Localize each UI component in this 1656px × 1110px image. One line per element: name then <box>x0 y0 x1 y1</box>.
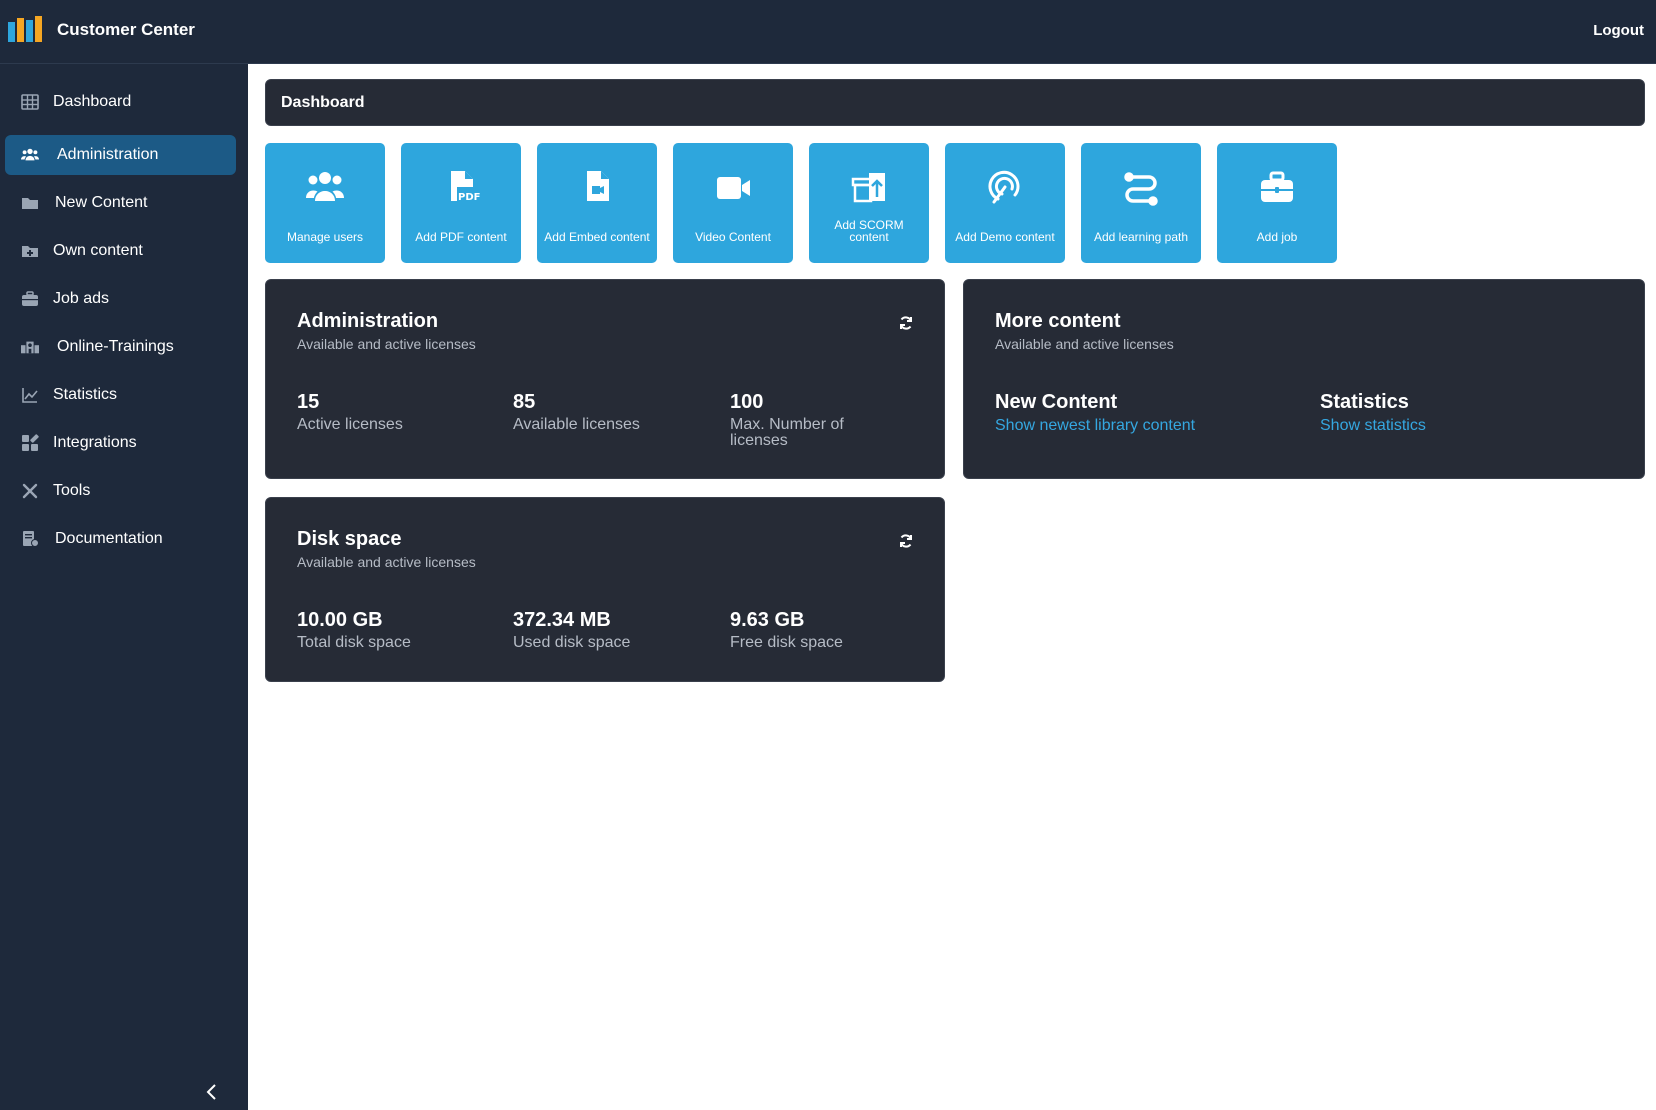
add-scorm-content-tile[interactable]: Add SCORM content <box>809 143 929 263</box>
sidebar-item-administration[interactable]: Administration <box>5 135 236 175</box>
disk-space-card: Disk space Available and active licenses… <box>265 497 945 682</box>
stat-value: 100 <box>730 391 764 413</box>
sidebar-item-label: Documentation <box>55 530 163 547</box>
sidebar-item-label: Dashboard <box>53 93 132 110</box>
sidebar: Dashboard Administration New Content Own… <box>0 64 248 1110</box>
scorm-upload-icon <box>809 169 929 207</box>
logo-icon <box>8 16 42 42</box>
stat-value: 10.00 GB <box>297 609 383 631</box>
briefcase-icon <box>1217 169 1337 207</box>
stat-value: 85 <box>513 391 536 413</box>
stat-label: Available licenses <box>513 416 640 433</box>
show-statistics-link[interactable]: Show statistics <box>1320 417 1570 435</box>
route-icon <box>1081 169 1201 207</box>
tile-label: Add job <box>1256 230 1298 244</box>
card-title: More content <box>995 310 1121 332</box>
sidebar-item-label: Statistics <box>53 386 118 403</box>
users-icon <box>21 146 39 164</box>
block-title: New Content <box>995 391 1118 413</box>
main-content: Dashboard Manage users PDF Add PDF conte… <box>248 64 1656 1110</box>
add-pdf-content-tile[interactable]: PDF Add PDF content <box>401 143 521 263</box>
chart-icon <box>21 386 39 404</box>
sidebar-item-integrations[interactable]: Integrations <box>5 423 236 463</box>
sidebar-item-own-content[interactable]: Own content <box>5 231 236 271</box>
used-disk-stat: 372.34 MB Used disk space <box>513 609 703 651</box>
sidebar-item-new-content[interactable]: New Content <box>5 183 236 223</box>
stat-label: Total disk space <box>297 634 411 651</box>
school-icon <box>21 338 39 356</box>
stat-value: 9.63 GB <box>730 609 805 631</box>
sidebar-item-tools[interactable]: Tools <box>5 471 236 511</box>
users-icon <box>265 169 385 207</box>
video-content-tile[interactable]: Video Content <box>673 143 793 263</box>
add-embed-content-tile[interactable]: Add Embed content <box>537 143 657 263</box>
sidebar-item-label: Own content <box>53 242 143 259</box>
tile-label: Add SCORM content <box>834 218 904 244</box>
block-title: Statistics <box>1320 391 1409 413</box>
sidebar-item-label: Integrations <box>53 434 137 451</box>
sidebar-item-dashboard[interactable]: Dashboard <box>5 82 236 122</box>
active-licenses-stat: 15 Active licenses <box>297 391 487 433</box>
stat-value: 15 <box>297 391 320 413</box>
folder-plus-icon <box>21 242 39 260</box>
card-subtitle: Available and active licenses <box>995 336 1174 352</box>
stat-label: Free disk space <box>730 634 843 651</box>
page-header: Dashboard <box>265 79 1645 126</box>
add-job-tile[interactable]: Add job <box>1217 143 1337 263</box>
sidebar-item-label: Job ads <box>53 290 110 307</box>
top-bar: Customer Center Logout <box>0 0 1656 64</box>
logout-button[interactable]: Logout <box>1593 22 1644 39</box>
stat-value: 372.34 MB <box>513 609 611 631</box>
stat-label: Active licenses <box>297 416 403 433</box>
card-subtitle: Available and active licenses <box>297 336 476 352</box>
tools-icon <box>21 482 39 500</box>
administration-card: Administration Available and active lice… <box>265 279 945 479</box>
add-demo-content-tile[interactable]: Add Demo content <box>945 143 1065 263</box>
stat-label: Used disk space <box>513 634 631 651</box>
show-newest-content-link[interactable]: Show newest library content <box>995 417 1295 435</box>
sidebar-item-label: Administration <box>57 146 159 163</box>
grid-icon <box>21 93 39 111</box>
new-content-block: New Content Show newest library content <box>995 391 1295 435</box>
free-disk-stat: 9.63 GB Free disk space <box>730 609 920 651</box>
tile-label: Manage users <box>286 230 364 244</box>
svg-text:PDF: PDF <box>458 192 480 203</box>
sidebar-item-documentation[interactable]: Documentation <box>5 519 236 559</box>
tile-label: Add learning path <box>1093 230 1189 244</box>
sidebar-item-label: Tools <box>53 482 91 499</box>
demo-target-icon <box>945 169 1065 207</box>
tile-label: Video Content <box>695 230 771 244</box>
card-title: Disk space <box>297 528 402 550</box>
manage-users-tile[interactable]: Manage users <box>265 143 385 263</box>
statistics-block: Statistics Show statistics <box>1320 391 1570 435</box>
stat-label: Max. Number of licenses <box>730 416 844 449</box>
tile-label: Add Embed content <box>544 230 650 244</box>
folder-icon <box>21 194 39 212</box>
available-licenses-stat: 85 Available licenses <box>513 391 703 433</box>
sidebar-item-job-ads[interactable]: Job ads <box>5 279 236 319</box>
sidebar-item-online-trainings[interactable]: Online-Trainings <box>5 327 236 367</box>
pdf-icon: PDF <box>401 169 521 207</box>
app-title: Customer Center <box>57 20 195 39</box>
video-icon <box>673 169 793 207</box>
sidebar-item-statistics[interactable]: Statistics <box>5 375 236 415</box>
refresh-icon[interactable] <box>898 315 914 331</box>
puzzle-icon <box>21 434 39 452</box>
tile-label: Add Demo content <box>955 230 1055 244</box>
chevron-left-icon[interactable] <box>202 1082 222 1102</box>
tile-label: Add PDF content <box>415 230 507 244</box>
briefcase-icon <box>21 290 39 308</box>
sidebar-item-label: Online-Trainings <box>57 338 174 355</box>
card-subtitle: Available and active licenses <box>297 554 476 570</box>
add-learning-path-tile[interactable]: Add learning path <box>1081 143 1201 263</box>
page-title: Dashboard <box>281 94 365 111</box>
more-content-card: More content Available and active licens… <box>963 279 1645 479</box>
document-icon <box>21 530 39 548</box>
card-title: Administration <box>297 310 439 332</box>
refresh-icon[interactable] <box>898 533 914 549</box>
sidebar-item-label: New Content <box>55 194 148 211</box>
max-licenses-stat: 100 Max. Number of licenses <box>730 391 880 449</box>
embed-file-icon <box>537 169 657 207</box>
total-disk-stat: 10.00 GB Total disk space <box>297 609 487 651</box>
